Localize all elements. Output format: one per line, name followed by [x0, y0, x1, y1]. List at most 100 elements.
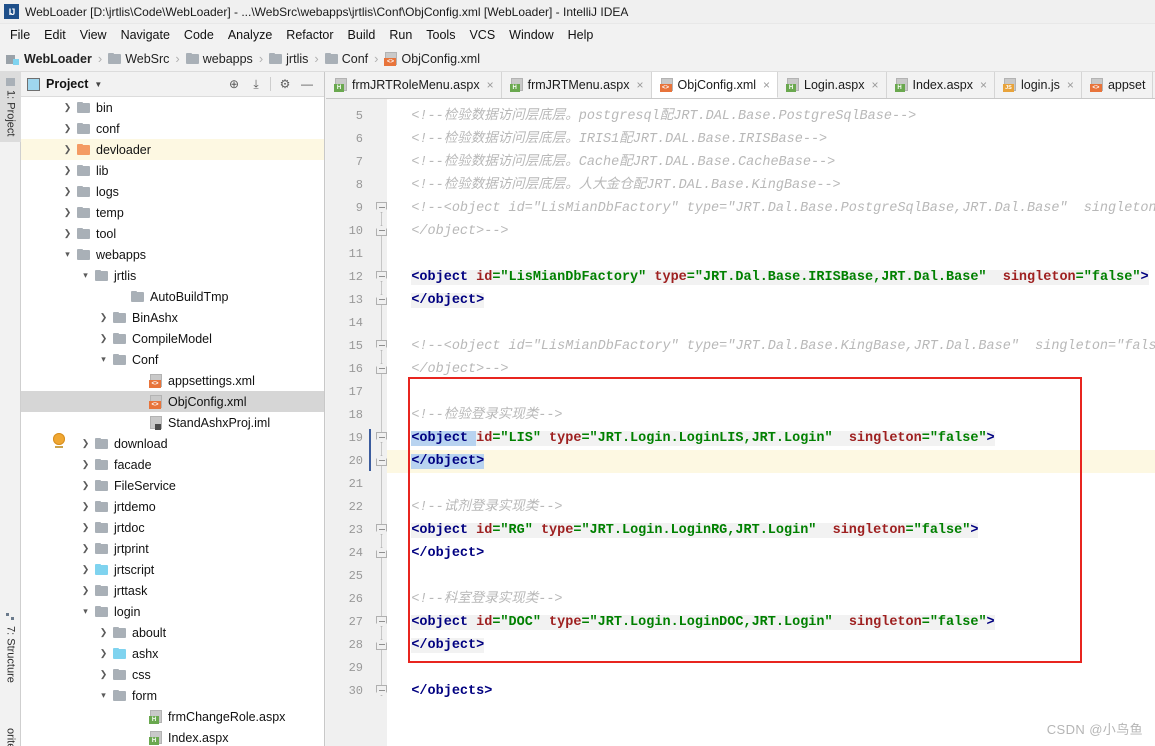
tree-item-aboult[interactable]: ❯ aboult — [21, 622, 324, 643]
chevron-right-icon[interactable]: ❯ — [79, 586, 92, 595]
tree-item-lib[interactable]: ❯ lib — [21, 160, 324, 181]
tree-item-jrtscript[interactable]: ❯ jrtscript — [21, 559, 324, 580]
chevron-right-icon[interactable]: ❯ — [79, 565, 92, 574]
breadcrumb-item-jrtlis[interactable]: jrtlis — [269, 52, 308, 66]
code-line[interactable]: <!--检验登录实现类--> — [387, 404, 1155, 427]
chevron-right-icon[interactable]: ❯ — [79, 460, 92, 469]
code-line[interactable]: <!--<object id="LisMianDbFactory" type="… — [387, 197, 1155, 220]
code-line[interactable] — [387, 312, 1155, 335]
chevron-down-icon[interactable]: ▾ — [61, 250, 74, 259]
menu-item-run[interactable]: Run — [382, 26, 419, 44]
code-line[interactable]: <!--检验数据访问层底层。人大金仓配JRT.DAL.Base.KingBase… — [387, 174, 1155, 197]
tree-item-appsettings-xml[interactable]: appsettings.xml — [21, 370, 324, 391]
editor-tab-appset[interactable]: appset — [1081, 72, 1154, 98]
code-line[interactable]: </objects> — [387, 680, 1155, 703]
intention-bulb-icon[interactable] — [53, 433, 65, 448]
minimize-icon[interactable]: — — [296, 74, 318, 94]
chevron-right-icon[interactable]: ❯ — [79, 439, 92, 448]
code-line[interactable]: <!--检验数据访问层底层。IRIS1配JRT.DAL.Base.IRISBas… — [387, 128, 1155, 151]
tree-item-logs[interactable]: ❯ logs — [21, 181, 324, 202]
chevron-right-icon[interactable]: ❯ — [79, 502, 92, 511]
code-line[interactable] — [387, 243, 1155, 266]
code-line[interactable]: <object id="RG" type="JRT.Login.LoginRG,… — [387, 519, 1155, 542]
settings-gear-icon[interactable]: ⚙ — [274, 74, 296, 94]
editor-tab-index-aspx[interactable]: Index.aspx × — [886, 72, 995, 98]
menu-item-tools[interactable]: Tools — [419, 26, 462, 44]
tree-item-devloader[interactable]: ❯ devloader — [21, 139, 324, 160]
close-icon[interactable]: × — [980, 78, 987, 92]
tree-item-login[interactable]: ▾ login — [21, 601, 324, 622]
code-line[interactable] — [387, 473, 1155, 496]
tree-item-autobuildtmp[interactable]: AutoBuildTmp — [21, 286, 324, 307]
fold-end-icon[interactable] — [376, 547, 387, 558]
breadcrumb-item-webloader[interactable]: WebLoader — [6, 52, 92, 66]
tree-item-temp[interactable]: ❯ temp — [21, 202, 324, 223]
chevron-right-icon[interactable]: ❯ — [61, 145, 74, 154]
fold-end-icon[interactable] — [376, 363, 387, 374]
tree-item-css[interactable]: ❯ css — [21, 664, 324, 685]
tree-item-jrtprint[interactable]: ❯ jrtprint — [21, 538, 324, 559]
fold-collapse-icon[interactable] — [376, 202, 387, 213]
tree-item-ashx[interactable]: ❯ ashx — [21, 643, 324, 664]
menu-item-window[interactable]: Window — [502, 26, 560, 44]
chevron-right-icon[interactable]: ❯ — [97, 313, 110, 322]
code-line[interactable]: <object id="LIS" type="JRT.Login.LoginLI… — [387, 427, 1155, 450]
tree-item-binashx[interactable]: ❯ BinAshx — [21, 307, 324, 328]
chevron-right-icon[interactable]: ❯ — [61, 166, 74, 175]
chevron-right-icon[interactable]: ❯ — [79, 523, 92, 532]
chevron-down-icon[interactable]: ▾ — [97, 355, 110, 364]
chevron-down-icon[interactable]: ▾ — [97, 691, 110, 700]
code-line[interactable]: <object id="DOC" type="JRT.Login.LoginDO… — [387, 611, 1155, 634]
close-icon[interactable]: × — [1067, 78, 1074, 92]
code-line[interactable]: <!--试剂登录实现类--> — [387, 496, 1155, 519]
tree-item-standashxproj-iml[interactable]: StandAshxProj.iml — [21, 412, 324, 433]
breadcrumb-item-conf[interactable]: Conf — [324, 52, 368, 66]
menu-item-edit[interactable]: Edit — [37, 26, 73, 44]
editor-code-area[interactable]: <!--检验数据访问层底层。postgresql配JRT.DAL.Base.Po… — [387, 99, 1155, 746]
menu-item-code[interactable]: Code — [177, 26, 221, 44]
tree-item-jrtlis[interactable]: ▾ jrtlis — [21, 265, 324, 286]
fold-end-icon[interactable] — [376, 639, 387, 650]
code-line[interactable] — [387, 565, 1155, 588]
code-line[interactable] — [387, 657, 1155, 680]
editor-tab-frmjrtmenu-aspx[interactable]: frmJRTMenu.aspx × — [501, 72, 652, 98]
chevron-right-icon[interactable]: ❯ — [61, 208, 74, 217]
tree-item-jrttask[interactable]: ❯ jrttask — [21, 580, 324, 601]
fold-collapse-icon[interactable] — [376, 524, 387, 535]
code-line[interactable]: </object> — [387, 634, 1155, 657]
chevron-down-icon[interactable]: ▾ — [79, 271, 92, 280]
tree-item-conf[interactable]: ❯ conf — [21, 118, 324, 139]
chevron-right-icon[interactable]: ❯ — [97, 670, 110, 679]
chevron-right-icon[interactable]: ❯ — [61, 124, 74, 133]
code-line[interactable]: </object>--> — [387, 358, 1155, 381]
fold-collapse-icon[interactable] — [376, 271, 387, 282]
tool-window-tab-1-project[interactable]: 1: Project — [0, 72, 21, 143]
editor-tab-login-js[interactable]: login.js × — [995, 72, 1082, 98]
editor-tab-frmjrtrolemenu-aspx[interactable]: frmJRTRoleMenu.aspx × — [326, 72, 502, 98]
tree-item-jrtdemo[interactable]: ❯ jrtdemo — [21, 496, 324, 517]
menu-item-analyze[interactable]: Analyze — [221, 26, 279, 44]
fold-collapse-icon[interactable] — [376, 340, 387, 351]
menu-item-refactor[interactable]: Refactor — [279, 26, 340, 44]
tree-item-frmchangerole-aspx[interactable]: frmChangeRole.aspx — [21, 706, 324, 727]
chevron-right-icon[interactable]: ❯ — [97, 628, 110, 637]
tree-item-webapps[interactable]: ▾ webapps — [21, 244, 324, 265]
breadcrumb-item-objconfig-xml[interactable]: ObjConfig.xml — [384, 51, 480, 66]
chevron-right-icon[interactable]: ❯ — [97, 334, 110, 343]
code-line[interactable] — [387, 381, 1155, 404]
chevron-right-icon[interactable]: ❯ — [97, 649, 110, 658]
menu-item-vcs[interactable]: VCS — [462, 26, 502, 44]
code-line[interactable]: <!--科室登录实现类--> — [387, 588, 1155, 611]
locate-icon[interactable]: ⊕ — [223, 74, 245, 94]
chevron-down-icon[interactable]: ▾ — [79, 607, 92, 616]
breadcrumb-item-websrc[interactable]: WebSrc — [108, 52, 169, 66]
breadcrumb-item-webapps[interactable]: webapps — [185, 52, 253, 66]
tree-item-fileservice[interactable]: ❯ FileService — [21, 475, 324, 496]
code-line[interactable]: <!--检验数据访问层底层。Cache配JRT.DAL.Base.CacheBa… — [387, 151, 1155, 174]
tree-item-tool[interactable]: ❯ tool — [21, 223, 324, 244]
code-line[interactable]: </object> — [387, 450, 1155, 473]
menu-item-navigate[interactable]: Navigate — [114, 26, 177, 44]
menu-item-view[interactable]: View — [73, 26, 114, 44]
code-line[interactable]: <!--检验数据访问层底层。postgresql配JRT.DAL.Base.Po… — [387, 105, 1155, 128]
fold-collapse-icon[interactable] — [376, 432, 387, 443]
